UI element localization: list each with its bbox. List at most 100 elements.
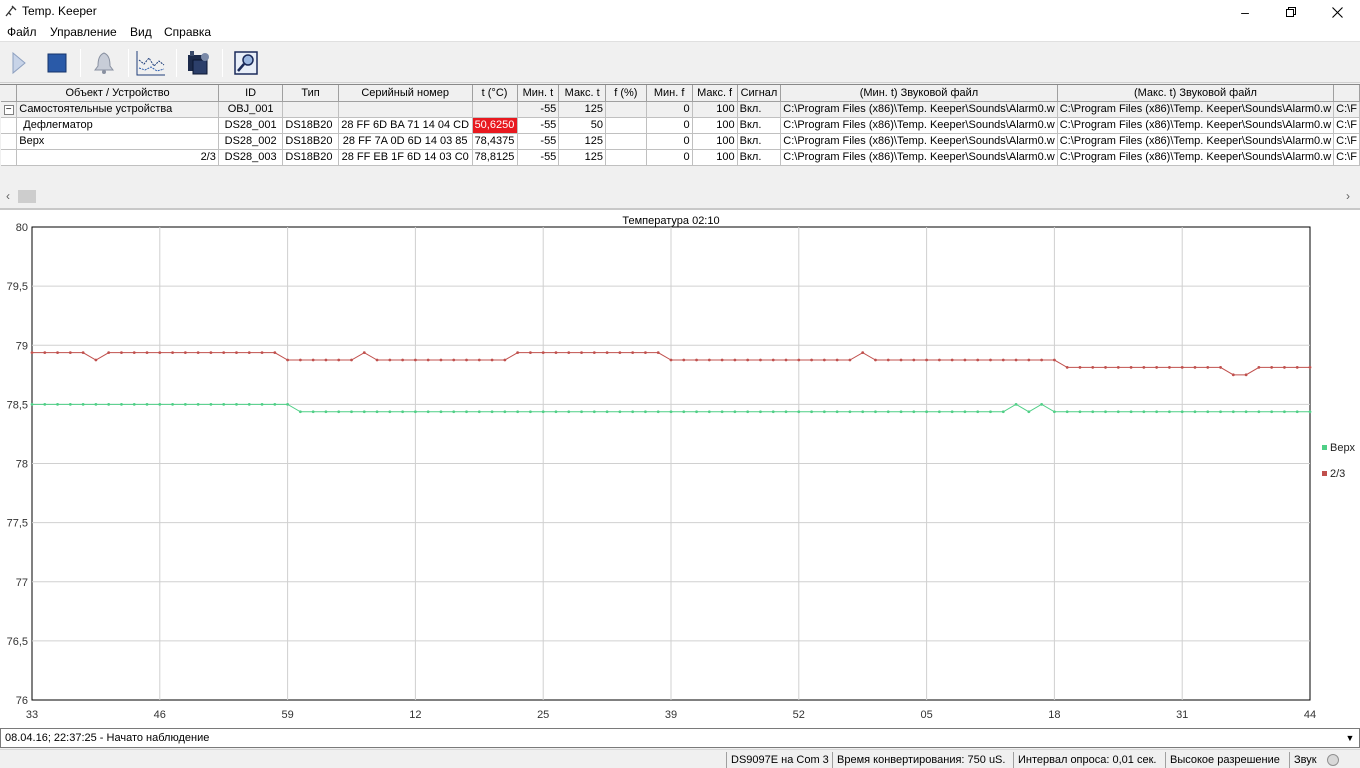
table-row[interactable]: Дефлегматор DS28_001 DS18B20 28 FF 6D BA… xyxy=(1,117,1360,134)
cell-type: DS18B20 xyxy=(282,133,339,150)
x-tick-label: 18 xyxy=(1048,709,1060,721)
data-point xyxy=(605,351,609,355)
column-header-type[interactable]: Тип xyxy=(282,85,339,102)
data-point xyxy=(1219,366,1222,369)
data-point xyxy=(580,351,583,355)
data-point xyxy=(222,402,226,406)
cell-min-f: 0 xyxy=(646,117,693,134)
data-point xyxy=(644,410,647,414)
data-point xyxy=(874,358,877,362)
table-row[interactable]: Верх DS28_002 DS18B20 28 FF 7A 0D 6D 14 … xyxy=(1,133,1360,150)
column-header-object[interactable]: Объект / Устройство xyxy=(16,85,219,102)
column-header-extra[interactable] xyxy=(1333,85,1360,102)
menu-file[interactable]: Файл xyxy=(7,25,37,39)
cell-id: DS28_002 xyxy=(218,133,284,150)
data-point xyxy=(247,351,251,355)
data-point xyxy=(286,358,289,362)
data-point xyxy=(68,351,72,355)
data-point xyxy=(516,410,520,414)
column-header-min-t[interactable]: Мин. t xyxy=(517,85,560,102)
export-button[interactable] xyxy=(231,47,261,79)
alarm-button[interactable] xyxy=(89,47,119,79)
data-point xyxy=(1027,410,1031,414)
data-point xyxy=(375,358,379,362)
data-point xyxy=(976,410,980,414)
menu-help[interactable]: Справка xyxy=(164,25,211,39)
data-point xyxy=(56,402,59,406)
data-point xyxy=(1053,410,1056,414)
column-header-max-f[interactable]: Макс. f xyxy=(692,85,738,102)
cell-f xyxy=(605,149,647,166)
data-point xyxy=(669,410,673,414)
stop-button[interactable] xyxy=(42,47,72,79)
data-point xyxy=(247,402,251,406)
cell-signal: Вкл. xyxy=(737,133,782,150)
devices-button[interactable] xyxy=(184,47,214,79)
data-point xyxy=(1180,410,1184,414)
y-tick-label: 76,5 xyxy=(7,636,28,648)
data-point xyxy=(554,410,558,414)
status-poll-interval: Интервал опроса: 0,01 сек. xyxy=(1013,752,1156,768)
data-point xyxy=(375,410,379,414)
device-grid: Объект / Устройство ID Тип Серийный номе… xyxy=(0,84,1360,188)
column-header-temp[interactable]: t (°C) xyxy=(472,85,518,102)
horizontal-scrollbar[interactable]: ‹ › xyxy=(0,188,1360,205)
start-button[interactable] xyxy=(4,47,34,79)
data-point xyxy=(631,410,635,414)
legend-swatch xyxy=(1322,445,1327,450)
data-point xyxy=(30,351,34,355)
cell-min-sound: C:\Program Files (x86)\Temp. Keeper\Soun… xyxy=(780,101,1058,118)
close-button[interactable] xyxy=(1314,0,1360,24)
column-header-f[interactable]: f (%) xyxy=(605,85,647,102)
cell-serial: 28 FF 6D BA 71 14 04 CD xyxy=(338,117,473,134)
chevron-down-icon: ▼ xyxy=(1345,733,1355,743)
column-header-id[interactable]: ID xyxy=(218,85,284,102)
data-point xyxy=(861,410,865,414)
close-icon xyxy=(1331,6,1343,18)
data-point xyxy=(937,358,941,362)
scroll-left-icon[interactable]: ‹ xyxy=(6,189,10,203)
scroll-thumb[interactable] xyxy=(18,190,36,203)
cell-min-t: -55 xyxy=(517,133,560,150)
data-point xyxy=(1180,366,1184,369)
column-header-max-t[interactable]: Макс. t xyxy=(558,85,607,102)
column-header-min-f[interactable]: Мин. f xyxy=(646,85,693,102)
column-header-signal[interactable]: Сигнал xyxy=(737,85,782,102)
data-point xyxy=(707,358,711,362)
menu-view[interactable]: Вид xyxy=(130,25,152,39)
cell-max-t: 125 xyxy=(558,149,607,166)
column-header-serial[interactable]: Серийный номер xyxy=(338,85,473,102)
bell-icon xyxy=(94,52,114,74)
data-point xyxy=(426,358,430,362)
restore-button[interactable] xyxy=(1268,0,1314,24)
data-point xyxy=(784,358,788,362)
data-point xyxy=(759,410,762,414)
data-point xyxy=(337,410,341,414)
column-header-max-sound[interactable]: (Макс. t) Звуковой файл xyxy=(1057,85,1335,102)
cell-signal: Вкл. xyxy=(737,149,782,166)
data-point xyxy=(1091,366,1095,369)
event-log-combo[interactable]: 08.04.16; 22:37:25 - Начато наблюдение ▼ xyxy=(0,728,1360,748)
column-header-min-sound[interactable]: (Мин. t) Звуковой файл xyxy=(780,85,1058,102)
log-dropdown-button[interactable]: ▼ xyxy=(1341,729,1359,747)
data-point xyxy=(541,410,545,414)
chart-button[interactable] xyxy=(136,47,166,79)
table-row[interactable]: − Самостоятельные устройства OBJ_001 -55… xyxy=(1,101,1360,118)
cell-type: DS18B20 xyxy=(282,117,339,134)
data-point xyxy=(886,410,890,414)
y-tick-label: 78,5 xyxy=(7,399,28,411)
table-row[interactable]: 2/3 DS28_003 DS18B20 28 FF EB 1F 6D 14 0… xyxy=(1,149,1360,166)
data-point xyxy=(733,358,737,362)
data-point xyxy=(94,358,98,362)
menu-control[interactable]: Управление xyxy=(50,25,117,39)
data-point xyxy=(759,358,762,362)
collapse-toggle[interactable]: − xyxy=(1,101,18,118)
y-tick-label: 77,5 xyxy=(7,518,28,530)
cell-max-sound: C:\Program Files (x86)\Temp. Keeper\Soun… xyxy=(1057,117,1335,134)
data-point xyxy=(43,351,47,355)
cell-object: Дефлегматор xyxy=(16,117,219,134)
y-tick-label: 76 xyxy=(16,695,28,707)
minimize-button[interactable]: – xyxy=(1222,0,1268,24)
scroll-right-icon[interactable]: › xyxy=(1346,189,1350,203)
data-point xyxy=(1206,366,1210,369)
